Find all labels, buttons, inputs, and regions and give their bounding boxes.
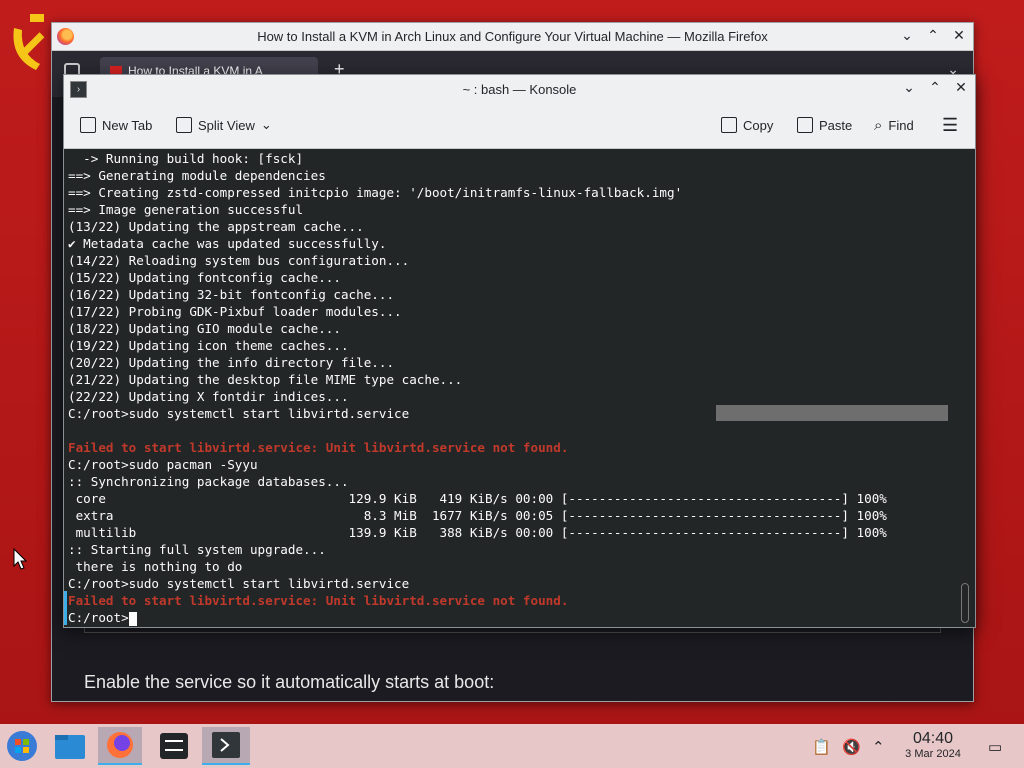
find-label: Find [888, 118, 914, 133]
line-marker [64, 591, 67, 625]
terminal-line: (20/22) Updating the info directory file… [68, 355, 395, 370]
clock[interactable]: 04:40 3 Mar 2024 [896, 730, 970, 760]
paste-label: Paste [819, 117, 853, 133]
terminal-line: (19/22) Updating icon theme caches... [68, 338, 349, 353]
chevron-down-icon: ⌄ [260, 117, 272, 132]
firefox-icon [107, 732, 133, 758]
show-desktop-icon[interactable]: ▭ [988, 738, 1002, 756]
menu-icon: ☰ [942, 115, 959, 135]
volume-muted-icon[interactable]: 🔇 [842, 738, 861, 756]
hammer-sickle-icon [13, 14, 45, 70]
terminal-line: there is nothing to do [68, 559, 243, 574]
terminal-line: C:/root>sudo systemctl start libvirtd.se… [68, 576, 410, 591]
konsole-app-icon: › [70, 81, 87, 98]
terminal-line: (17/22) Probing GDK-Pixbuf loader module… [68, 304, 402, 319]
copy-label: Copy [743, 117, 774, 133]
system-settings-icon [160, 733, 188, 759]
close-icon[interactable]: ✕ [951, 27, 967, 44]
paste-button[interactable]: Paste [797, 117, 852, 133]
taskbar: 📋 🔇 ⌃ 04:40 3 Mar 2024 ▭ [0, 724, 1024, 768]
scrollbar[interactable] [961, 583, 969, 623]
terminal-line: extra 8.3 MiB 1677 KiB/s 00:05 [--------… [68, 508, 887, 523]
konsole-taskbar-button[interactable] [202, 727, 250, 765]
terminal-line: ==> Image generation successful [68, 202, 304, 217]
maximize-icon[interactable]: ⌃ [925, 27, 941, 44]
terminal-line: core 129.9 KiB 419 KiB/s 00:00 [--------… [68, 491, 887, 506]
terminal-line: (14/22) Reloading system bus configurati… [68, 253, 410, 268]
text-cursor [128, 611, 137, 626]
firefox-taskbar-button[interactable] [98, 727, 142, 765]
file-manager-button[interactable] [48, 727, 92, 765]
hamburger-menu-button[interactable]: ☰ [942, 115, 958, 136]
konsole-toolbar: New Tab Split View ⌄ Copy Paste ⌕ Find ☰ [64, 103, 975, 149]
start-menu-icon [7, 731, 37, 761]
terminal-error-line: Failed to start libvirtd.service: Unit l… [68, 593, 569, 608]
new-tab-icon [80, 117, 96, 133]
start-menu-button[interactable] [0, 727, 44, 765]
terminal-line: C:/root>sudo systemctl start libvirtd.se… [68, 406, 410, 421]
terminal-line: :: Starting full system upgrade... [68, 542, 326, 557]
terminal-line: ==> Creating zstd-compressed initcpio im… [68, 185, 683, 200]
copy-icon [721, 117, 737, 133]
new-tab-label: New Tab [102, 117, 153, 133]
chevron-up-icon[interactable]: ⌃ [872, 738, 885, 756]
find-button[interactable]: ⌕ Find [874, 117, 914, 134]
terminal-line: ✔ Metadata cache was updated successfull… [68, 236, 387, 251]
clipboard-icon[interactable]: 📋 [812, 738, 831, 756]
firefox-window-title: How to Install a KVM in Arch Linux and C… [257, 29, 768, 44]
terminal-line: C:/root>sudo pacman -Syyu [68, 457, 258, 472]
clock-date: 3 Mar 2024 [905, 748, 961, 760]
terminal-line: :: Synchronizing package databases... [68, 474, 349, 489]
file-manager-icon [55, 735, 85, 759]
paste-icon [797, 117, 813, 133]
split-view-label: Split View [198, 117, 255, 133]
prompt-text: C:/root> [68, 610, 129, 625]
terminal-error-line: Failed to start libvirtd.service: Unit l… [68, 440, 569, 455]
konsole-window-title: ~ : bash — Konsole [462, 81, 577, 97]
konsole-window[interactable]: › ~ : bash — Konsole ⌄ ⌃ ✕ New Tab Split… [63, 74, 976, 628]
terminal-line: (22/22) Updating X fontdir indices... [68, 389, 349, 404]
terminal-prompt[interactable]: C:/root> [68, 609, 137, 626]
terminal-line: (15/22) Updating fontconfig cache... [68, 270, 341, 285]
split-view-icon [176, 117, 192, 133]
article-text: Enable the service so it automatically s… [84, 672, 495, 692]
close-icon[interactable]: ✕ [953, 79, 969, 96]
terminal-line: (16/22) Updating 32-bit fontconfig cache… [68, 287, 395, 302]
new-tab-button[interactable]: New Tab [80, 117, 152, 133]
copy-button[interactable]: Copy [721, 117, 773, 133]
terminal-line: multilib 139.9 KiB 388 KiB/s 00:00 [----… [68, 525, 887, 540]
konsole-titlebar[interactable]: › ~ : bash — Konsole ⌄ ⌃ ✕ [64, 75, 975, 103]
terminal-line: ==> Generating module dependencies [68, 168, 326, 183]
terminal-line: (18/22) Updating GIO module cache... [68, 321, 341, 336]
minimize-icon[interactable]: ⌄ [901, 79, 917, 96]
firefox-titlebar[interactable]: How to Install a KVM in Arch Linux and C… [52, 23, 973, 51]
minimize-icon[interactable]: ⌄ [899, 27, 915, 44]
terminal-line: -> Running build hook: [fsck] [68, 151, 304, 166]
terminal-line: (21/22) Updating the desktop file MIME t… [68, 372, 463, 387]
mouse-cursor-icon [13, 548, 27, 570]
search-icon: ⌕ [874, 117, 883, 134]
terminal-output[interactable]: -> Running build hook: [fsck] ==> Generat… [64, 149, 975, 627]
system-settings-button[interactable] [152, 727, 196, 765]
maximize-icon[interactable]: ⌃ [927, 79, 943, 96]
konsole-icon [212, 732, 240, 758]
split-view-button[interactable]: Split View ⌄ [176, 117, 272, 133]
firefox-icon [57, 28, 74, 45]
terminal-line: (13/22) Updating the appstream cache... [68, 219, 364, 234]
text-selection [716, 405, 948, 421]
clock-time: 04:40 [912, 730, 954, 747]
